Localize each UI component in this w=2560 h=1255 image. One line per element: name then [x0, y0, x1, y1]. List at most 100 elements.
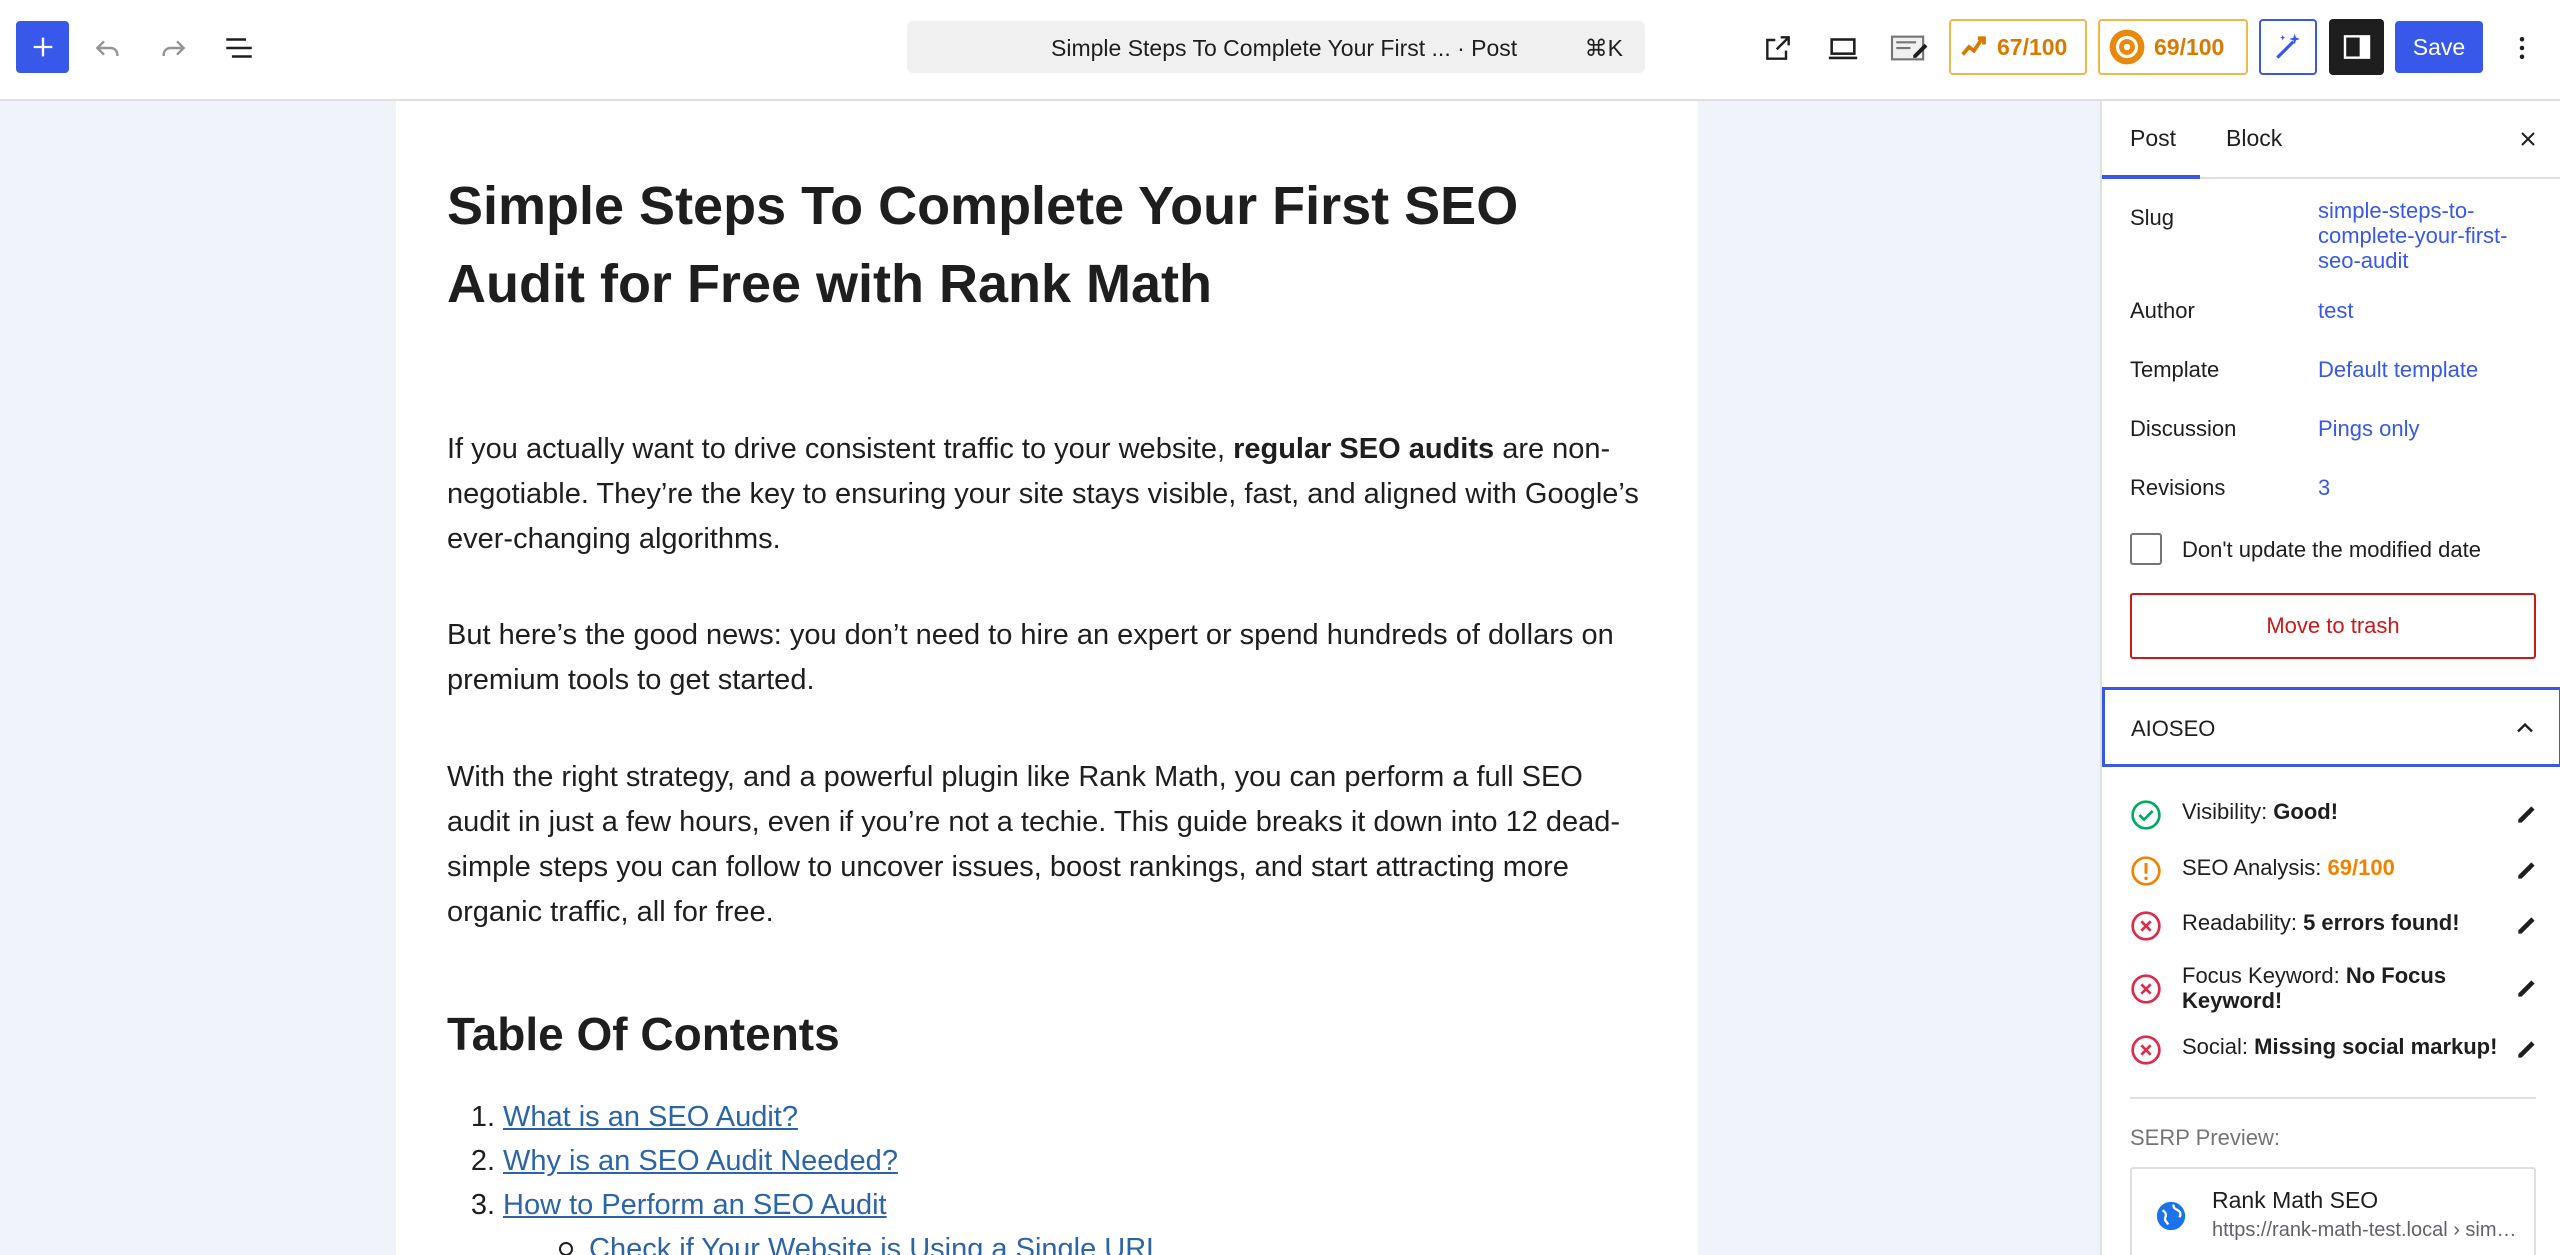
check-value: 69/100 — [2327, 855, 2395, 880]
slug-value[interactable]: simple-steps-to-complete-your-first-seo-… — [2318, 198, 2518, 273]
error-circle-icon — [2131, 1035, 2161, 1065]
tab-block[interactable]: Block — [2226, 125, 2282, 152]
magic-wand-icon — [2276, 33, 2300, 59]
serp-url: https://rank-math-test.local › simple-st… — [2212, 1219, 2522, 1241]
undo-icon — [95, 40, 119, 56]
divider — [2130, 1097, 2536, 1099]
check-value: Good! — [2273, 799, 2339, 824]
aioseo-panel-toggle[interactable]: AIOSEO — [2102, 687, 2560, 767]
editor-canvas: Simple Steps To Complete Your First SEO … — [0, 101, 2100, 1255]
template-value[interactable]: Default template — [2318, 357, 2478, 382]
check-label: Visibility: — [2182, 799, 2274, 824]
toc-link[interactable]: Check if Your Website is Using a Single … — [589, 1227, 1162, 1255]
document-overview-button[interactable] — [217, 26, 261, 70]
pencil-icon[interactable] — [2514, 857, 2540, 883]
settings-sidebar: Post Block Slug simple-steps-to-complete… — [2100, 101, 2560, 1255]
readability-check: Readability: 5 errors found! — [2130, 910, 2540, 942]
check-value: Missing social markup! — [2254, 1034, 2498, 1059]
author-label: Author — [2130, 298, 2195, 323]
edit-screen-icon — [1890, 35, 1928, 61]
post-title[interactable]: Simple Steps To Complete Your First SEO … — [447, 167, 1627, 323]
more-vertical-icon — [2519, 37, 2525, 59]
sidebar-tabs: Post Block — [2102, 101, 2560, 179]
paragraph-block[interactable]: With the right strategy, and a powerful … — [447, 755, 1647, 935]
close-sidebar-button[interactable] — [2512, 123, 2544, 155]
ai-assistant-button[interactable] — [2259, 19, 2317, 75]
block-inserter-button[interactable] — [16, 21, 69, 73]
social-check: Social: Missing social markup! — [2130, 1034, 2540, 1066]
post-editor: Simple Steps To Complete Your First SEO … — [396, 101, 1698, 1255]
paragraph-bold-text: regular SEO audits — [1233, 433, 1495, 465]
preview-device-button[interactable] — [1821, 26, 1865, 70]
toc-number: 3. — [470, 1189, 495, 1221]
aioseo-score-button[interactable]: 69/100 — [2098, 19, 2248, 75]
check-value: 5 errors found! — [2303, 910, 2460, 935]
toc-link[interactable]: Why is an SEO Audit Needed? — [503, 1139, 898, 1183]
toc-heading[interactable]: Table Of Contents — [447, 1007, 840, 1061]
rank-math-score: 67/100 — [1997, 33, 2068, 60]
check-text: Visibility: Good! — [2182, 799, 2498, 824]
warning-circle-icon — [2131, 856, 2161, 886]
author-value[interactable]: test — [2318, 298, 2353, 323]
toc-item: 1. What is an SEO Audit? — [447, 1095, 1162, 1139]
check-label: Focus Keyword: — [2182, 963, 2346, 988]
revisions-value[interactable]: 3 — [2318, 475, 2330, 500]
toc-number: 2. — [470, 1145, 495, 1177]
external-link-icon — [1766, 36, 1790, 60]
modified-date-label[interactable]: Don't update the modified date — [2182, 537, 2481, 563]
aioseo-panel-title: AIOSEO — [2131, 716, 2216, 741]
check-label: SEO Analysis: — [2182, 855, 2328, 880]
seo-analysis-check: SEO Analysis: 69/100 — [2130, 855, 2540, 887]
writing-mode-button[interactable] — [1887, 26, 1931, 70]
paragraph-block[interactable]: But here’s the good news: you don’t need… — [447, 613, 1647, 703]
serp-preview[interactable]: Rank Math SEO https://rank-math-test.loc… — [2130, 1167, 2536, 1255]
plus-icon — [33, 37, 52, 57]
view-post-button[interactable] — [1756, 26, 1800, 70]
redo-button[interactable] — [151, 26, 195, 70]
command-palette-button[interactable]: Simple Steps To Complete Your First ... … — [907, 21, 1645, 73]
paragraph-block[interactable]: If you actually want to drive consistent… — [447, 427, 1647, 562]
command-title: Simple Steps To Complete Your First ... … — [1051, 35, 1518, 61]
visibility-check: Visibility: Good! — [2130, 799, 2540, 831]
check-text: Social: Missing social markup! — [2182, 1034, 2522, 1059]
close-icon — [2521, 132, 2535, 146]
aioseo-logo-icon — [2109, 29, 2145, 65]
template-label: Template — [2130, 357, 2220, 382]
pencil-icon[interactable] — [2514, 975, 2540, 1001]
redo-icon — [162, 40, 186, 56]
toc-item: 2. Why is an SEO Audit Needed? — [447, 1139, 1162, 1183]
list-view-icon — [226, 38, 252, 58]
revisions-label: Revisions — [2130, 475, 2226, 500]
discussion-value[interactable]: Pings only — [2318, 416, 2420, 441]
undo-button[interactable] — [86, 26, 130, 70]
discussion-label: Discussion — [2130, 416, 2237, 441]
laptop-icon — [1828, 38, 1858, 60]
save-button[interactable]: Save — [2395, 21, 2483, 73]
settings-sidebar-toggle[interactable] — [2329, 19, 2384, 75]
toc-link[interactable]: How to Perform an SEO Audit — [503, 1183, 887, 1227]
rank-math-logo-icon — [1961, 36, 1986, 56]
rank-math-score-button[interactable]: 67/100 — [1949, 19, 2087, 75]
editor-toolbar: Simple Steps To Complete Your First ... … — [0, 0, 2560, 101]
check-text: Focus Keyword: No Focus Keyword! — [2182, 963, 2498, 1013]
serp-preview-label: SERP Preview: — [2130, 1125, 2280, 1150]
focus-keyword-check: Focus Keyword: No Focus Keyword! — [2130, 963, 2540, 1013]
toc-sub-item: Check if Your Website is Using a Single … — [447, 1227, 1162, 1255]
aioseo-score: 69/100 — [2154, 33, 2225, 60]
tab-post[interactable]: Post — [2130, 125, 2176, 152]
options-menu-button[interactable] — [2500, 26, 2544, 70]
error-circle-icon — [2131, 974, 2161, 1004]
pencil-icon[interactable] — [2514, 912, 2540, 938]
paragraph-text: If you actually want to drive consistent… — [447, 433, 1234, 465]
error-circle-icon — [2131, 911, 2161, 941]
check-text: Readability: 5 errors found! — [2182, 910, 2498, 935]
modified-date-checkbox[interactable] — [2130, 533, 2162, 565]
slug-label: Slug — [2130, 205, 2175, 230]
move-to-trash-button[interactable]: Move to trash — [2130, 593, 2536, 659]
circle-bullet-icon — [559, 1242, 573, 1255]
pencil-icon[interactable] — [2514, 1036, 2540, 1062]
toc-item: 3. How to Perform an SEO Audit — [447, 1183, 1162, 1227]
check-label: Readability: — [2182, 910, 2304, 935]
toc-link[interactable]: What is an SEO Audit? — [503, 1095, 798, 1139]
pencil-icon[interactable] — [2514, 801, 2540, 827]
